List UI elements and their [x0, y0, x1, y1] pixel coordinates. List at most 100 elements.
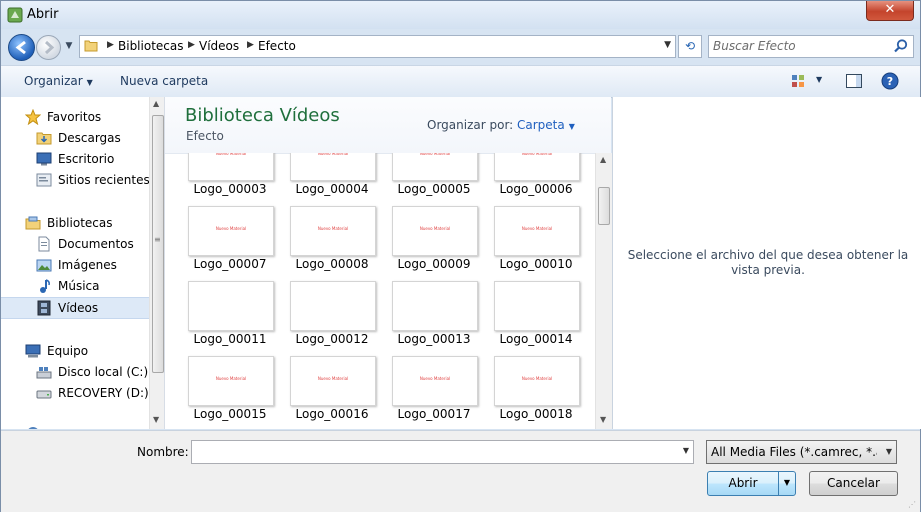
nav-music[interactable]: Música	[1, 276, 149, 296]
nav-pictures[interactable]: Imágenes	[1, 255, 149, 275]
scrollbar-thumb[interactable]: ≡	[152, 115, 164, 373]
breadcrumb-videos[interactable]: Vídeos	[199, 39, 239, 53]
file-name: Logo_00018	[499, 407, 573, 421]
nav-local-disk[interactable]: Disco local (C:)	[1, 362, 149, 382]
split-divider	[778, 472, 779, 495]
file-tile[interactable]: Nuevo Material Logo_00004	[287, 153, 377, 201]
scrollbar-thumb[interactable]	[598, 187, 610, 225]
nav-downloads[interactable]: Descargas	[1, 128, 149, 148]
file-tile[interactable]: Nuevo Material Logo_00018	[491, 356, 581, 426]
command-bar: Organizar ▼ Nueva carpeta ▼ ?	[1, 65, 920, 98]
scroll-up-icon[interactable]: ▲	[600, 155, 606, 164]
file-name: Logo_00010	[499, 257, 573, 271]
search-input[interactable]	[713, 38, 883, 54]
nav-recent-places[interactable]: Sitios recientes	[1, 170, 150, 190]
file-tile[interactable]: Logo_00012	[287, 281, 377, 351]
search-box[interactable]	[708, 35, 914, 58]
file-name: Logo_00007	[193, 257, 267, 271]
drive-icon	[36, 390, 52, 399]
nav-videos[interactable]: Vídeos	[1, 297, 149, 319]
video-thumbnail: Nuevo Material	[392, 356, 478, 406]
file-name: Logo_00004	[295, 182, 369, 196]
open-button-label: Abrir	[728, 476, 758, 490]
nav-music-label: Música	[58, 279, 100, 293]
preview-pane-icon[interactable]	[845, 72, 863, 90]
nav-libraries[interactable]: Bibliotecas	[1, 213, 149, 233]
file-tile[interactable]: Nuevo Material Logo_00005	[389, 153, 479, 201]
chevron-down-icon: ▼	[86, 78, 93, 87]
file-tile[interactable]: Nuevo Material Logo_00003	[185, 153, 275, 201]
pictures-icon	[36, 259, 52, 272]
video-thumbnail	[392, 281, 478, 331]
change-view-icon[interactable]	[790, 72, 808, 90]
file-name: Logo_00009	[397, 257, 471, 271]
arrange-by-dropdown[interactable]: Carpeta ▼	[517, 118, 575, 132]
scroll-up-icon[interactable]: ▲	[153, 99, 159, 108]
video-thumbnail: Nuevo Material	[290, 206, 376, 256]
recent-places-icon	[36, 173, 52, 187]
library-title: Biblioteca Vídeos	[185, 105, 340, 126]
file-tile[interactable]: Nuevo Material Logo_00007	[185, 206, 275, 276]
help-icon[interactable]: ?	[881, 72, 899, 90]
filename-combobox[interactable]: ▼	[191, 440, 694, 464]
view-options-dropdown-icon[interactable]: ▼	[816, 75, 822, 84]
nav-favorites[interactable]: Favoritos	[1, 107, 149, 127]
file-tile[interactable]: Nuevo Material Logo_00010	[491, 206, 581, 276]
cancel-button[interactable]: Cancelar	[809, 471, 898, 496]
navigation-pane: Favoritos Descargas Escritorio Sitios re…	[1, 97, 165, 429]
chevron-down-icon: ▼	[65, 41, 73, 51]
nav-computer[interactable]: Equipo	[1, 341, 149, 361]
navigation-scrollbar[interactable]: ▲ ≡ ▼	[149, 97, 164, 429]
organize-label: Organizar	[24, 74, 83, 88]
forward-button[interactable]	[36, 35, 61, 60]
filename-input[interactable]	[196, 444, 666, 460]
file-tile[interactable]: Nuevo Material Logo_00017	[389, 356, 479, 426]
scroll-down-icon[interactable]: ▼	[153, 415, 159, 424]
file-tile[interactable]: Nuevo Material Logo_00009	[389, 206, 479, 276]
open-button[interactable]: Abrir ▼	[707, 471, 796, 496]
app-icon	[7, 7, 23, 23]
local-disk-icon	[36, 367, 52, 379]
file-tile[interactable]: Logo_00014	[491, 281, 581, 351]
title-bar[interactable]: Abrir ✕	[1, 1, 920, 29]
breadcrumb-efecto[interactable]: Efecto	[258, 39, 296, 53]
resize-grip-icon[interactable]: ⋰	[908, 500, 918, 510]
file-name: Logo_00012	[295, 332, 369, 346]
scroll-down-icon[interactable]: ▼	[600, 415, 606, 424]
nav-desktop-label: Escritorio	[58, 152, 115, 166]
file-name: Logo_00006	[499, 182, 573, 196]
open-options-dropdown-icon[interactable]: ▼	[780, 472, 794, 494]
file-tile[interactable]: Nuevo Material Logo_00006	[491, 153, 581, 201]
back-button[interactable]	[8, 34, 35, 61]
svg-text:?: ?	[887, 75, 893, 88]
file-tile[interactable]: Logo_00013	[389, 281, 479, 351]
file-tile[interactable]: Nuevo Material Logo_00008	[287, 206, 377, 276]
breadcrumb-bibliotecas[interactable]: Bibliotecas	[118, 39, 183, 53]
organize-menu[interactable]: Organizar ▼	[24, 74, 93, 88]
file-tile[interactable]: Nuevo Material Logo_00015	[185, 356, 275, 426]
breadcrumb-separator-icon: ▶	[107, 40, 114, 50]
file-grid-scrollbar[interactable]: ▲ ▼	[595, 153, 612, 429]
file-name: Logo_00005	[397, 182, 471, 196]
nav-documents[interactable]: Documentos	[1, 234, 149, 254]
new-folder-button[interactable]: Nueva carpeta	[120, 74, 208, 88]
nav-recovery-drive[interactable]: RECOVERY (D:)	[1, 383, 149, 403]
refresh-button[interactable]: ⟲	[678, 35, 702, 58]
nav-desktop[interactable]: Escritorio	[1, 149, 149, 169]
file-type-select[interactable]: All Media Files (*.camrec, *.avi,' ▼	[706, 440, 897, 464]
close-button[interactable]: ✕	[866, 1, 914, 21]
file-tile[interactable]: Nuevo Material Logo_00016	[287, 356, 377, 426]
video-thumbnail: Nuevo Material	[188, 206, 274, 256]
music-icon	[40, 279, 50, 293]
dialog-footer: Nombre: ▼ All Media Files (*.camrec, *.a…	[1, 430, 920, 512]
address-dropdown-icon[interactable]: ▼	[664, 40, 671, 50]
watermark: Nuevo Material	[419, 153, 451, 156]
chevron-down-icon[interactable]: ▼	[683, 446, 689, 455]
file-name: Logo_00014	[499, 332, 573, 346]
chevron-down-icon: ▼	[885, 447, 892, 456]
file-tile[interactable]: Logo_00011	[185, 281, 275, 351]
address-bar[interactable]: ▶ Bibliotecas ▶ Vídeos ▶ Efecto ▼	[79, 35, 676, 58]
watermark: Nuevo Material	[317, 153, 349, 156]
forward-arrow-icon	[44, 40, 55, 55]
recent-pages-dropdown[interactable]: ▼	[62, 37, 76, 55]
